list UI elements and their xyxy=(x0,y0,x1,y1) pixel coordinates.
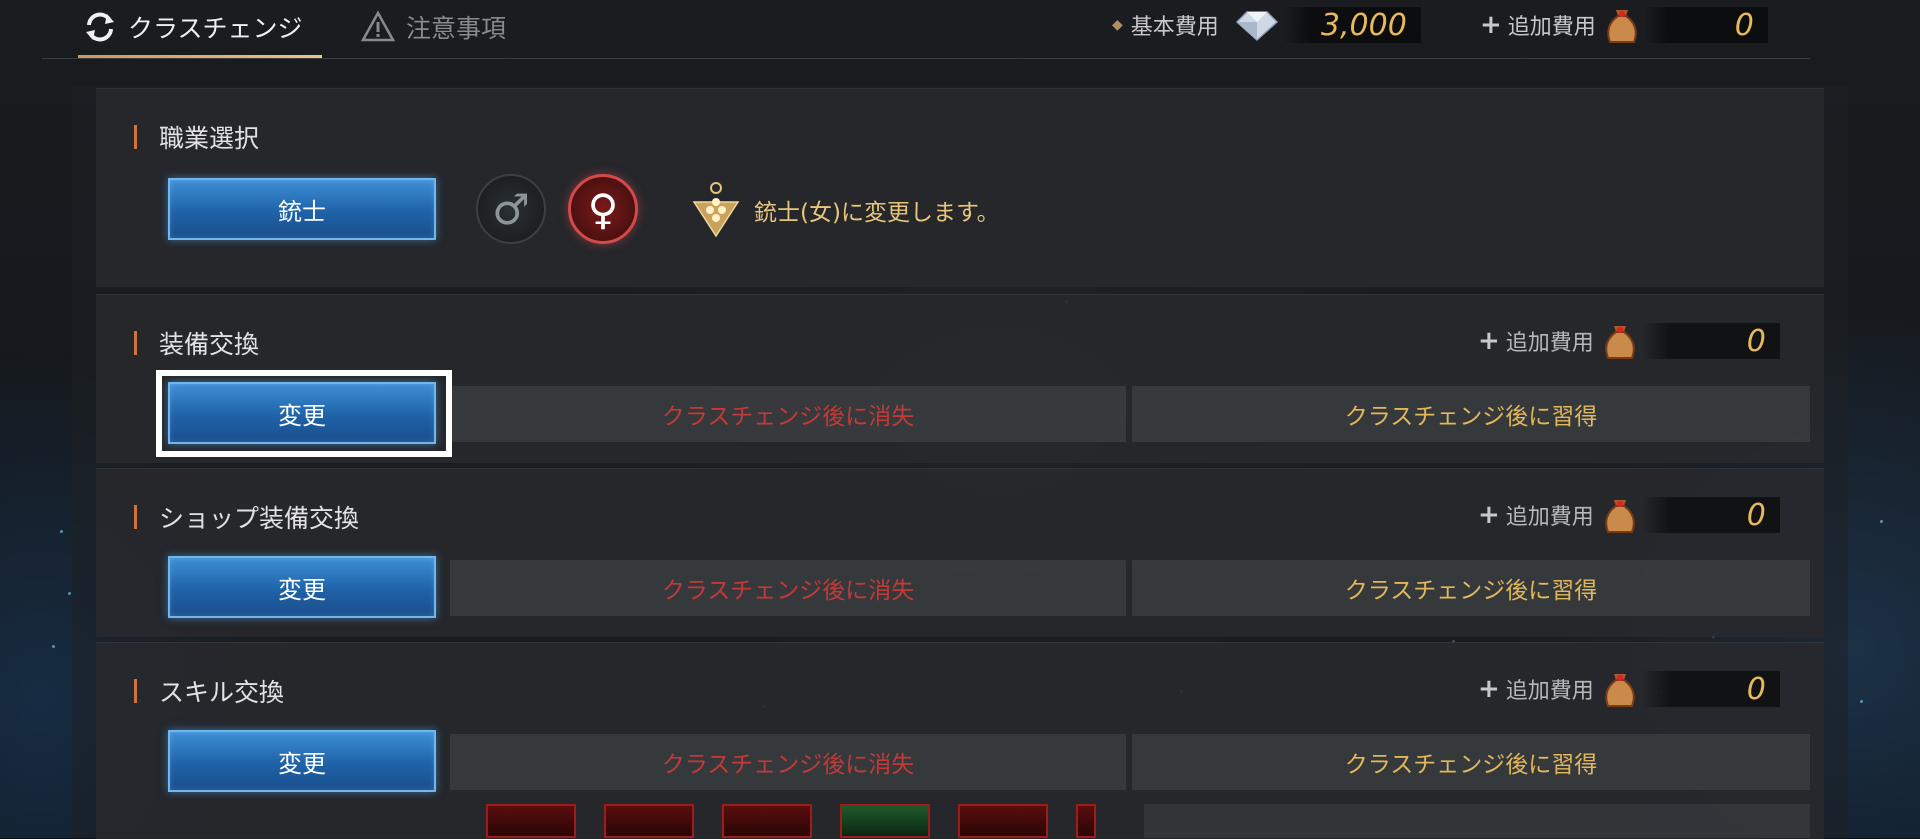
plus-icon: + xyxy=(1478,326,1500,356)
change-note: 銃士(女)に変更します。 xyxy=(686,180,1000,240)
extra-cost-value: 0 xyxy=(1643,7,1768,43)
equipment-extra-cost: + 追加費用 0 xyxy=(1478,318,1780,364)
bag-icon xyxy=(1605,674,1635,707)
class-emblem-icon xyxy=(692,182,740,238)
skill-icon[interactable] xyxy=(604,804,694,838)
change-note-text: 銃士(女)に変更します。 xyxy=(754,200,1000,226)
skill-icon[interactable] xyxy=(722,804,812,838)
gain-skill-area xyxy=(1144,804,1810,838)
gain-after-change: クラスチェンジ後に習得 xyxy=(1132,560,1810,616)
diamond-icon xyxy=(1233,8,1279,42)
job-button[interactable]: 銃士 xyxy=(168,178,436,240)
basic-cost: ◆ 基本費用 3,000 xyxy=(1112,6,1421,44)
shop-equipment-change-button[interactable]: 変更 xyxy=(168,556,436,618)
lose-after-change: クラスチェンジ後に消失 xyxy=(450,560,1126,616)
extra-cost-value: 0 xyxy=(1641,671,1780,707)
female-button[interactable]: ♀ xyxy=(568,174,638,244)
tab-class-change[interactable]: クラスチェンジ xyxy=(82,4,303,50)
shop-extra-cost: + 追加費用 0 xyxy=(1478,492,1780,538)
extra-cost-value: 0 xyxy=(1641,323,1780,359)
warning-icon xyxy=(360,9,396,45)
skill-extra-cost: + 追加費用 0 xyxy=(1478,666,1780,712)
title-accent xyxy=(134,505,137,529)
bullet-icon: ◆ xyxy=(1112,17,1123,33)
lose-after-change: クラスチェンジ後に消失 xyxy=(450,734,1126,790)
skill-icon[interactable] xyxy=(486,804,576,838)
basic-cost-value: 3,000 xyxy=(1282,7,1421,43)
title-accent xyxy=(134,331,137,355)
tab-label: 注意事項 xyxy=(406,14,507,43)
gain-after-change: クラスチェンジ後に習得 xyxy=(1132,734,1810,790)
section-title: 装備交換 xyxy=(134,325,259,361)
skill-change-button[interactable]: 変更 xyxy=(168,730,436,792)
lose-after-change: クラスチェンジ後に消失 xyxy=(450,386,1126,442)
section-title: スキル交換 xyxy=(134,673,284,709)
extra-cost-top: + 追加費用 0 xyxy=(1480,6,1768,44)
tab-notes[interactable]: 注意事項 xyxy=(360,4,506,50)
skill-icon[interactable] xyxy=(840,804,930,838)
title-accent xyxy=(134,679,137,703)
top-bar: クラスチェンジ 注意事項 ◆ 基本費用 3,000 + 追加費用 0 xyxy=(0,0,1920,60)
bag-icon xyxy=(1605,326,1635,359)
tab-label: クラスチェンジ xyxy=(128,14,303,43)
male-icon: ♂ xyxy=(492,184,530,234)
female-icon: ♀ xyxy=(587,184,619,234)
extra-cost-label: 追加費用 xyxy=(1507,15,1596,40)
divider xyxy=(42,58,1810,59)
basic-cost-label: 基本費用 xyxy=(1130,15,1219,40)
skill-icon[interactable] xyxy=(1076,804,1096,838)
extra-cost-value: 0 xyxy=(1641,497,1780,533)
bag-icon xyxy=(1605,500,1635,533)
gain-after-change: クラスチェンジ後に習得 xyxy=(1132,386,1810,442)
bag-icon xyxy=(1607,10,1637,43)
plus-icon: + xyxy=(1478,674,1500,704)
section-title: ショップ装備交換 xyxy=(134,499,359,535)
male-button[interactable]: ♂ xyxy=(476,174,546,244)
highlight-box xyxy=(156,370,452,457)
plus-icon: + xyxy=(1480,10,1502,40)
refresh-icon xyxy=(82,9,118,45)
plus-icon: + xyxy=(1478,500,1500,530)
section-title: 職業選択 xyxy=(134,119,259,155)
title-accent xyxy=(134,125,137,149)
skill-icon[interactable] xyxy=(958,804,1048,838)
